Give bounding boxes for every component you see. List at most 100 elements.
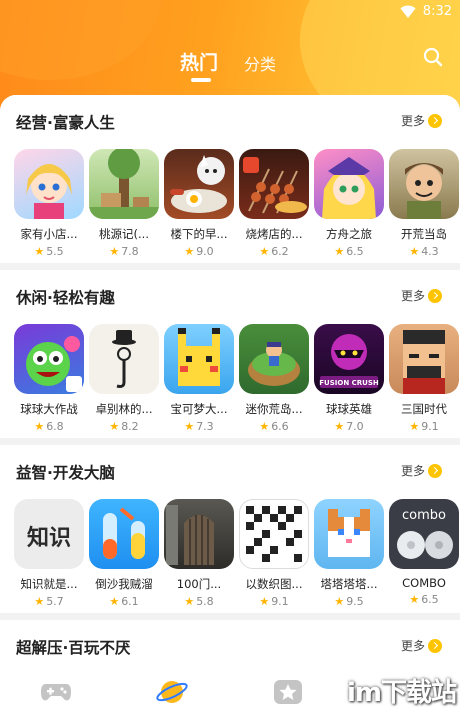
svg-text:知识: 知识 [27, 525, 71, 551]
app-rating: ★ 6.2 [259, 245, 289, 258]
star-icon: ★ [184, 595, 195, 608]
app-item[interactable]: 宝可梦大... ★ 7.3 [162, 324, 236, 433]
star-icon: ★ [34, 595, 45, 608]
app-item[interactable]: 以数织图... ★ 9.1 [237, 499, 311, 608]
app-name: 以数织图... [245, 577, 303, 591]
app-rating: ★ 6.5 [334, 245, 364, 258]
app-icon [164, 149, 234, 219]
section-title: 经营·富豪人生 [16, 114, 115, 132]
app-name: 球球大作战 [20, 402, 78, 416]
app-rating: ★ 9.1 [409, 420, 439, 433]
app-icon [389, 149, 459, 219]
app-rating: ★ 7.0 [334, 420, 364, 433]
svg-text:FUSION CRUSH: FUSION CRUSH [319, 379, 379, 387]
app-item[interactable]: 方舟之旅 ★ 6.5 [312, 149, 386, 258]
section-title: 休闲·轻松有趣 [16, 289, 115, 307]
app-item[interactable]: 知识 知识就是... ★ 5.7 [12, 499, 86, 608]
app-icon [89, 324, 159, 394]
app-icon [239, 499, 309, 569]
app-name: 倒沙我贼溜 [95, 577, 153, 591]
app-item[interactable]: 烧烤店的... ★ 6.2 [237, 149, 311, 258]
app-icon [89, 149, 159, 219]
app-item[interactable]: 球球大作战 ★ 6.8 [12, 324, 86, 433]
section-puzzle: 益智·开发大脑 更多 知识 知识就是... ★5.7 倒沙我贼溜 ★6.1 [0, 445, 460, 613]
more-button[interactable]: 更多 [401, 635, 442, 653]
app-icon: combo [389, 499, 459, 569]
section-casual: 休闲·轻松有趣 更多 球球大作战 ★ 6.8 卓别林的... ★ 8.2 宝可梦… [0, 270, 460, 438]
chevron-right-icon [428, 288, 442, 303]
app-rating: ★ 9.1 [259, 595, 289, 608]
app-item[interactable]: 卓别林的... ★ 8.2 [87, 324, 161, 433]
tab-hot[interactable]: 热门 [180, 48, 218, 75]
app-name: 卓别林的... [95, 402, 153, 416]
app-rating: ★ 7.3 [184, 420, 214, 433]
app-name: 家有小店... [20, 227, 78, 241]
status-time: 8:32 [422, 4, 452, 19]
more-label: 更多 [400, 464, 425, 478]
planet-icon[interactable] [156, 678, 188, 706]
app-item[interactable]: 100门... ★ 5.8 [162, 499, 236, 608]
app-item[interactable]: 倒沙我贼溜 ★ 6.1 [87, 499, 161, 608]
app-icon [14, 324, 84, 394]
app-item[interactable]: 桃源记(... ★ 7.8 [87, 149, 161, 258]
app-rating: ★ 4.3 [409, 245, 439, 258]
app-item[interactable]: 家有小店... ★ 5.5 [12, 149, 86, 258]
app-rating: ★ 6.6 [259, 420, 289, 433]
app-icon [314, 149, 384, 219]
app-item[interactable]: 迷你荒岛... ★ 6.6 [237, 324, 311, 433]
star-icon: ★ [109, 595, 120, 608]
app-item[interactable]: 三国时代 ★ 9.1 [387, 324, 460, 433]
star-icon: ★ [334, 245, 345, 258]
app-rating: ★ 6.1 [109, 595, 139, 608]
star-icon: ★ [184, 245, 195, 258]
more-label: 更多 [400, 639, 425, 653]
star-icon: ★ [109, 420, 120, 433]
app-icon [239, 324, 309, 394]
app-item[interactable]: 开荒当岛 ★ 4.3 [387, 149, 460, 258]
tab-category[interactable]: 分类 [244, 51, 276, 75]
main-content[interactable]: 经营·富豪人生 更多 家有小店... ★ 5.5 桃源记(... ★ 7.8 楼… [0, 95, 460, 712]
app-name: 塔塔塔塔... [320, 577, 378, 591]
app-rating: ★ 8.2 [109, 420, 139, 433]
app-name: 球球英雄 [326, 402, 372, 416]
search-icon[interactable] [422, 46, 444, 68]
star-icon: ★ [109, 245, 120, 258]
app-name: 方舟之旅 [326, 227, 372, 241]
more-label: 更多 [400, 289, 425, 303]
star-icon: ★ [184, 420, 195, 433]
app-row: 球球大作战 ★6.8 卓别林的... ★8.2 宝可梦大... ★7.3 [0, 324, 460, 454]
more-label: 更多 [400, 114, 425, 128]
app-rating: ★ 6.8 [34, 420, 64, 433]
app-icon: 知识 [14, 499, 84, 569]
app-item[interactable]: 楼下的早... ★ 9.0 [162, 149, 236, 258]
app-rating: ★ 5.5 [34, 245, 64, 258]
app-name: 楼下的早... [170, 227, 228, 241]
star-icon: ★ [409, 593, 420, 606]
more-button[interactable]: 更多 [401, 285, 442, 303]
gamepad-icon[interactable] [40, 678, 72, 706]
app-item[interactable]: combo COMBO ★ 6.5 [387, 499, 460, 606]
star-icon: ★ [409, 245, 420, 258]
star-icon: ★ [409, 420, 420, 433]
app-item[interactable]: FUSION CRUSH 球球英雄 ★ 7.0 [312, 324, 386, 433]
more-button[interactable]: 更多 [401, 460, 442, 478]
app-name: 知识就是... [20, 577, 78, 591]
app-name: 烧烤店的... [245, 227, 303, 241]
more-button[interactable]: 更多 [401, 110, 442, 128]
app-rating: ★ 6.5 [409, 593, 439, 606]
top-tabs: 热门 分类 [0, 44, 460, 84]
star-icon: ★ [334, 420, 345, 433]
star-icon: ★ [34, 420, 45, 433]
app-name: 桃源记(... [99, 227, 149, 241]
app-name: 迷你荒岛... [245, 402, 303, 416]
app-icon [314, 499, 384, 569]
star-nav-icon[interactable] [272, 678, 304, 706]
wifi-icon [400, 5, 416, 18]
watermark: im下载站 [346, 678, 457, 708]
section-title: 超解压·百玩不厌 [16, 639, 131, 657]
section-business: 经营·富豪人生 更多 家有小店... ★ 5.5 桃源记(... ★ 7.8 楼… [0, 95, 460, 263]
app-item[interactable]: 塔塔塔塔... ★ 9.5 [312, 499, 386, 608]
star-icon: ★ [259, 420, 270, 433]
app-icon [14, 149, 84, 219]
chevron-right-icon [428, 638, 442, 653]
